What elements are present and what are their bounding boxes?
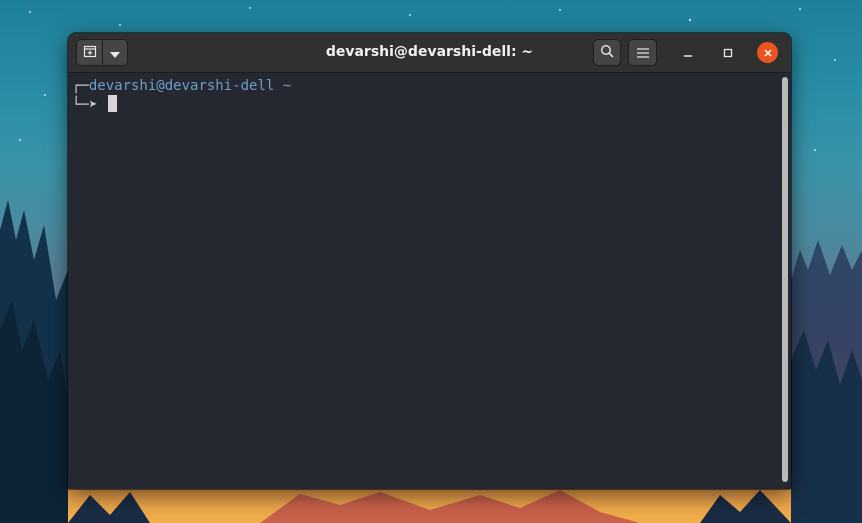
- terminal-output[interactable]: ┌─devarshi@devarshi-dell ~ └─➤: [68, 73, 791, 489]
- prompt-host: devarshi-dell: [164, 78, 275, 94]
- prompt-arrow-icon: ➤: [88, 97, 98, 113]
- close-button[interactable]: [757, 42, 778, 63]
- prompt-at: @: [156, 78, 165, 94]
- prompt-frame-top: ┌─: [72, 78, 89, 94]
- minimize-button[interactable]: [677, 42, 698, 63]
- maximize-button[interactable]: [717, 42, 738, 63]
- search-icon: [600, 43, 614, 62]
- menu-button[interactable]: [628, 39, 657, 66]
- text-cursor: [107, 95, 117, 112]
- new-tab-icon: [83, 43, 97, 62]
- terminal-window: devarshi@devarshi-dell: ~ ┌─devarshi@dev…: [68, 33, 791, 489]
- prompt-user: devarshi: [88, 78, 157, 94]
- prompt-path: ~: [282, 78, 292, 94]
- header-bar: devarshi@devarshi-dell: ~: [68, 33, 791, 73]
- prompt-frame-bottom: └─: [72, 97, 89, 113]
- new-tab-dropdown-button[interactable]: [102, 39, 128, 66]
- close-icon: [763, 43, 773, 62]
- scrollbar[interactable]: [782, 77, 788, 482]
- minimize-icon: [683, 43, 693, 62]
- chevron-down-icon: [110, 43, 120, 62]
- input-line[interactable]: └─➤: [72, 95, 117, 114]
- new-tab-button[interactable]: [76, 39, 103, 66]
- prompt-line: ┌─devarshi@devarshi-dell ~: [72, 77, 291, 95]
- maximize-icon: [723, 43, 733, 62]
- hamburger-menu-icon: [636, 43, 649, 62]
- search-button[interactable]: [593, 39, 621, 66]
